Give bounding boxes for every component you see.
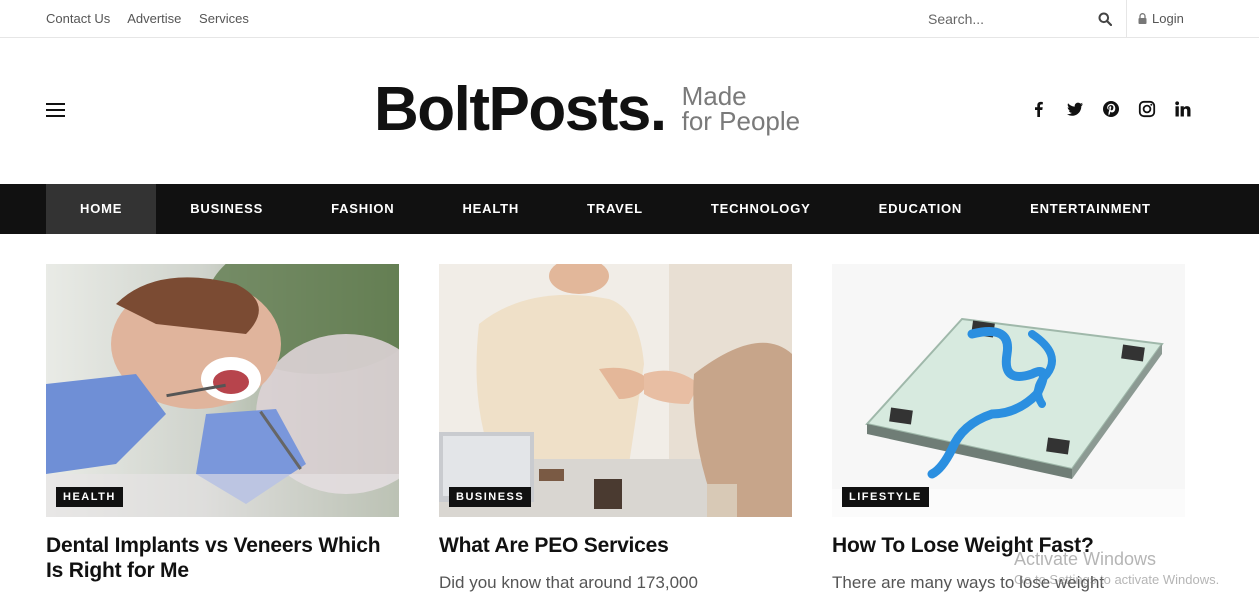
nav-item-technology[interactable]: TECHNOLOGY	[677, 184, 845, 234]
article-card: LIFESTYLE How To Lose Weight Fast? There…	[832, 264, 1185, 594]
nav-item-education[interactable]: EDUCATION	[845, 184, 997, 234]
menu-icon[interactable]	[46, 103, 65, 118]
lock-icon	[1138, 13, 1147, 24]
instagram-icon[interactable]	[1138, 100, 1156, 118]
pinterest-icon[interactable]	[1102, 100, 1120, 118]
article-card: HEALTH Dental Implants vs Veneers Which …	[46, 264, 399, 583]
category-badge[interactable]: HEALTH	[56, 487, 123, 507]
nav-item-business[interactable]: BUSINESS	[156, 184, 297, 234]
logo-tagline: Made for People	[681, 83, 801, 136]
nav-item-health[interactable]: HEALTH	[428, 184, 553, 234]
article-title[interactable]: Dental Implants vs Veneers Which Is Righ…	[46, 533, 399, 583]
linkedin-icon[interactable]	[1174, 100, 1192, 118]
article-image[interactable]: BUSINESS	[439, 264, 792, 517]
watermark-line1: Activate Windows	[1014, 549, 1157, 569]
contact-us-link[interactable]: Contact Us	[46, 11, 110, 26]
tagline-line2: for People	[681, 106, 801, 136]
search-divider	[1126, 0, 1127, 38]
nav-item-fashion[interactable]: FASHION	[297, 184, 428, 234]
search-input[interactable]	[928, 9, 1088, 29]
login-link[interactable]: Login	[1138, 11, 1184, 26]
top-bar: Contact Us Advertise Services Login	[0, 0, 1259, 38]
main-nav: HOME BUSINESS FASHION HEALTH TRAVEL TECH…	[0, 184, 1259, 234]
login-label: Login	[1152, 11, 1184, 26]
watermark-line2: Go to Settings to activate Windows.	[1014, 572, 1220, 587]
nav-item-home[interactable]: HOME	[46, 184, 157, 234]
search-icon[interactable]	[1098, 12, 1112, 26]
article-image[interactable]: HEALTH	[46, 264, 399, 517]
site-header: BoltPosts. Made for People	[0, 38, 1259, 184]
article-image[interactable]: LIFESTYLE	[832, 264, 1185, 517]
top-links: Contact Us Advertise Services	[46, 11, 263, 26]
advertise-link[interactable]: Advertise	[127, 11, 181, 26]
article-card: BUSINESS What Are PEO Services Did you k…	[439, 264, 792, 594]
windows-activation-watermark: Activate Windows Go to Settings to activ…	[1014, 549, 1219, 587]
facebook-icon[interactable]	[1030, 100, 1048, 118]
article-title[interactable]: What Are PEO Services	[439, 533, 792, 558]
article-excerpt: Did you know that around 173,000	[439, 573, 698, 592]
category-badge[interactable]: BUSINESS	[449, 487, 532, 507]
nav-item-entertainment[interactable]: ENTERTAINMENT	[996, 184, 1185, 234]
twitter-icon[interactable]	[1066, 100, 1084, 118]
search-box	[928, 0, 1126, 38]
logo-text: BoltPosts.	[374, 75, 667, 144]
social-links	[1030, 100, 1192, 118]
category-badge[interactable]: LIFESTYLE	[842, 487, 929, 507]
site-logo[interactable]: BoltPosts. Made for People	[374, 74, 800, 146]
nav-item-travel[interactable]: TRAVEL	[553, 184, 677, 234]
services-link[interactable]: Services	[199, 11, 249, 26]
